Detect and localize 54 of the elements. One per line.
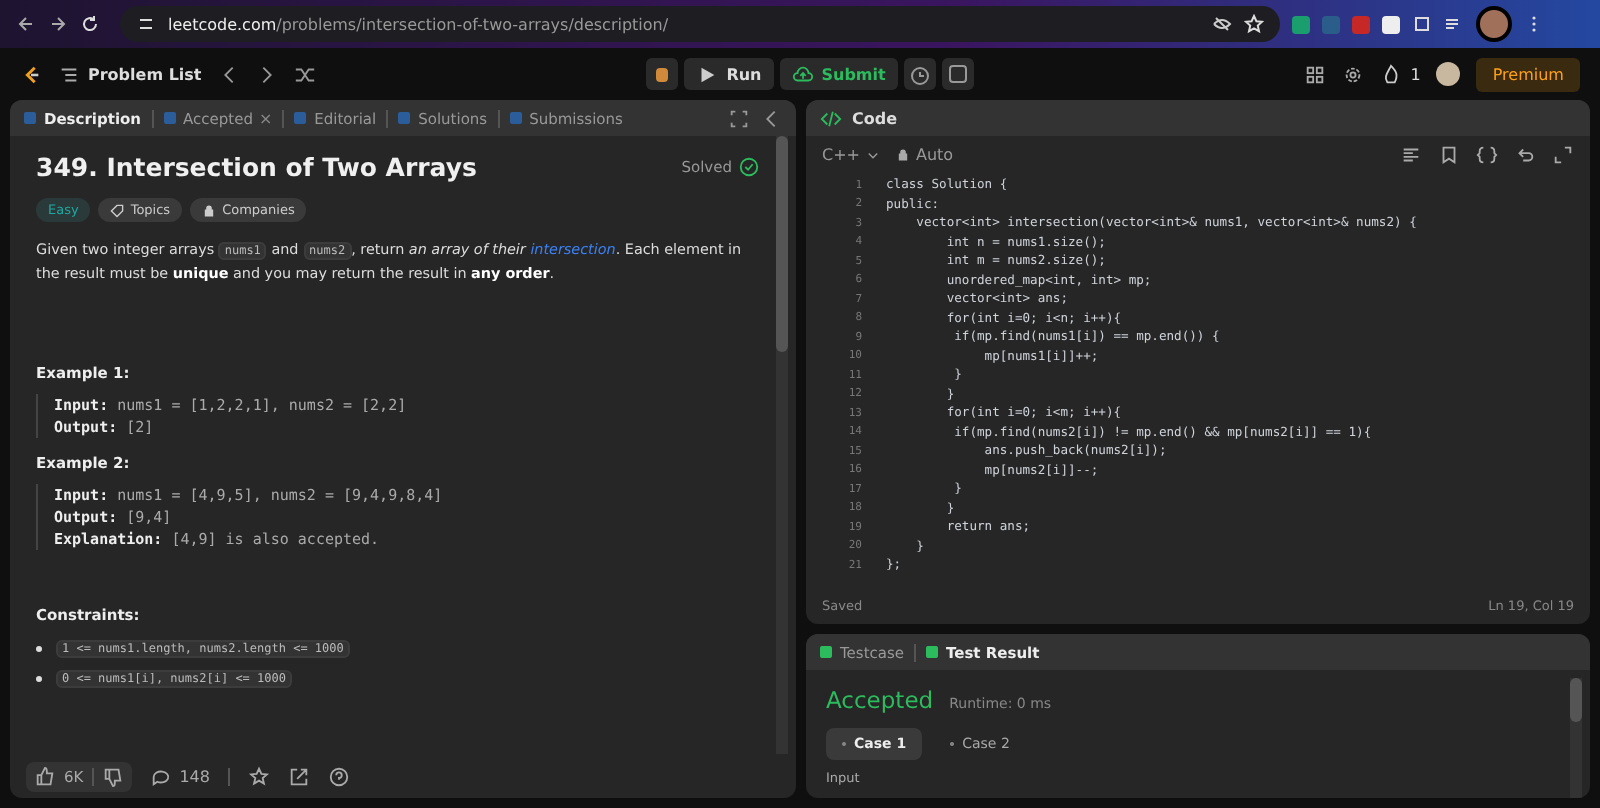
braces-icon[interactable] [1476, 143, 1498, 165]
close-tab-button[interactable]: × [258, 109, 273, 127]
debug-icon[interactable] [646, 58, 679, 90]
check-circle-icon [738, 156, 760, 178]
maximize-icon[interactable] [728, 107, 750, 129]
lock-icon [202, 203, 217, 217]
run-button[interactable]: Run [684, 58, 774, 90]
scrollbar-thumb[interactable] [1570, 678, 1582, 722]
shuffle-icon[interactable] [293, 63, 316, 85]
share-icon[interactable] [287, 765, 310, 787]
forward-icon[interactable] [48, 14, 68, 34]
site-settings-icon[interactable] [136, 14, 156, 34]
problem-title: 349. Intersection of Two Arrays [36, 152, 479, 182]
streak-button[interactable]: 1 [1380, 63, 1421, 85]
flame-icon [1380, 63, 1403, 85]
language-dropdown[interactable]: C++ [822, 145, 880, 163]
profile-avatar[interactable] [1476, 6, 1512, 42]
logo-icon[interactable] [20, 63, 42, 85]
scrollbar[interactable] [1570, 678, 1582, 798]
layout-icon[interactable] [1304, 63, 1327, 85]
undo-icon[interactable] [1514, 143, 1536, 165]
help-icon[interactable] [327, 765, 350, 787]
settings-icon[interactable] [1342, 63, 1365, 85]
verdict-text: Accepted [826, 686, 934, 714]
lock-icon [896, 147, 910, 161]
user-avatar[interactable] [1436, 62, 1461, 86]
problem-list-button[interactable]: Problem List [58, 63, 202, 85]
note-icon[interactable] [941, 58, 974, 90]
panel-title: Code [852, 109, 898, 127]
code-icon [820, 107, 842, 129]
play-icon [696, 63, 719, 85]
reload-icon[interactable] [80, 14, 100, 34]
comments-button[interactable]: 148 [149, 765, 210, 787]
bookmark-icon[interactable] [1438, 143, 1460, 165]
back-icon[interactable] [16, 14, 36, 34]
premium-button[interactable]: Premium [1476, 57, 1580, 91]
mode-button[interactable]: Auto [896, 145, 954, 163]
submit-button[interactable]: Submit [779, 58, 898, 90]
star-icon[interactable] [247, 765, 270, 787]
alarm-icon[interactable] [903, 58, 936, 90]
format-icon[interactable] [1400, 143, 1422, 165]
cloud-upload-icon [791, 63, 814, 85]
scrollbar-thumb[interactable] [776, 136, 788, 353]
chevron-down-icon [866, 147, 880, 161]
comment-icon [149, 765, 172, 787]
scrollbar[interactable] [776, 136, 788, 754]
expand-icon[interactable] [1552, 143, 1574, 165]
thumbs-up-icon [34, 765, 56, 787]
media-icon[interactable] [1444, 14, 1464, 34]
address-bar[interactable]: leetcode.com/problems/intersection-of-two-arrays/description/ [120, 6, 1280, 42]
tag-icon [110, 203, 125, 217]
list-icon [58, 63, 80, 85]
eye-off-icon[interactable] [1212, 14, 1232, 34]
dislike-icon[interactable] [101, 765, 124, 787]
